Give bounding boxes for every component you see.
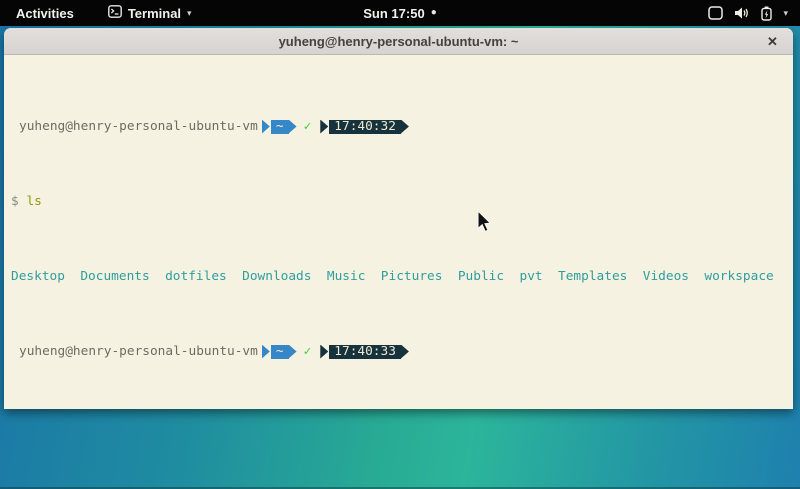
terminal-content[interactable]: yuheng@henry-personal-ubuntu-vm ~ ✓ 17:4… — [4, 56, 793, 409]
status-check-icon: ✓ — [304, 119, 312, 134]
powerline-point-icon — [289, 345, 297, 359]
terminal-window: yuheng@henry-personal-ubuntu-vm: ~ ✕ yuh… — [4, 28, 793, 409]
clock-button[interactable]: Sun 17:50 ● — [363, 6, 436, 21]
prompt-line: yuheng@henry-personal-ubuntu-vm ~ ✓ 17:4… — [11, 119, 789, 134]
battery-charging-icon — [761, 6, 772, 21]
display-icon — [708, 6, 723, 20]
command-line: $ ls — [11, 194, 789, 209]
top-bar: Activities Terminal ▾ Sun 17:50 ● — [0, 0, 800, 26]
notification-dot-icon: ● — [431, 8, 437, 18]
window-titlebar[interactable]: yuheng@henry-personal-ubuntu-vm: ~ ✕ — [4, 28, 793, 55]
close-button[interactable]: ✕ — [762, 31, 783, 52]
activities-button[interactable]: Activities — [10, 6, 80, 21]
terminal-icon — [108, 5, 122, 21]
powerline-separator-icon — [320, 345, 328, 359]
prompt-path: ~ — [271, 345, 289, 359]
chevron-down-icon: ▾ — [783, 8, 788, 19]
prompt-user: yuheng@henry-personal-ubuntu-vm — [19, 119, 258, 134]
status-check-icon: ✓ — [304, 344, 312, 359]
powerline-point-icon — [401, 345, 409, 359]
powerline-point-icon — [401, 120, 409, 134]
prompt-user: yuheng@henry-personal-ubuntu-vm — [19, 344, 258, 359]
prompt-time: 17:40:32 — [329, 120, 401, 134]
app-menu-terminal[interactable]: Terminal ▾ — [104, 5, 196, 21]
prompt-path: ~ — [271, 120, 289, 134]
chevron-down-icon: ▾ — [187, 8, 192, 19]
prompt-line: yuheng@henry-personal-ubuntu-vm ~ ✓ 17:4… — [11, 344, 789, 359]
powerline-separator-icon — [262, 345, 270, 359]
powerline-point-icon — [289, 120, 297, 134]
app-menu-label: Terminal — [128, 6, 181, 21]
window-title: yuheng@henry-personal-ubuntu-vm: ~ — [279, 34, 519, 49]
system-status-area[interactable]: ▾ — [706, 0, 790, 26]
clock-label: Sun 17:50 — [363, 6, 424, 21]
prompt-symbol: $ — [11, 194, 19, 209]
prompt-time: 17:40:33 — [329, 345, 401, 359]
powerline-separator-icon — [320, 120, 328, 134]
ls-output: Desktop Documents dotfiles Downloads Mus… — [11, 269, 789, 284]
command-text: ls — [26, 194, 41, 209]
volume-icon — [734, 6, 750, 20]
powerline-separator-icon — [262, 120, 270, 134]
